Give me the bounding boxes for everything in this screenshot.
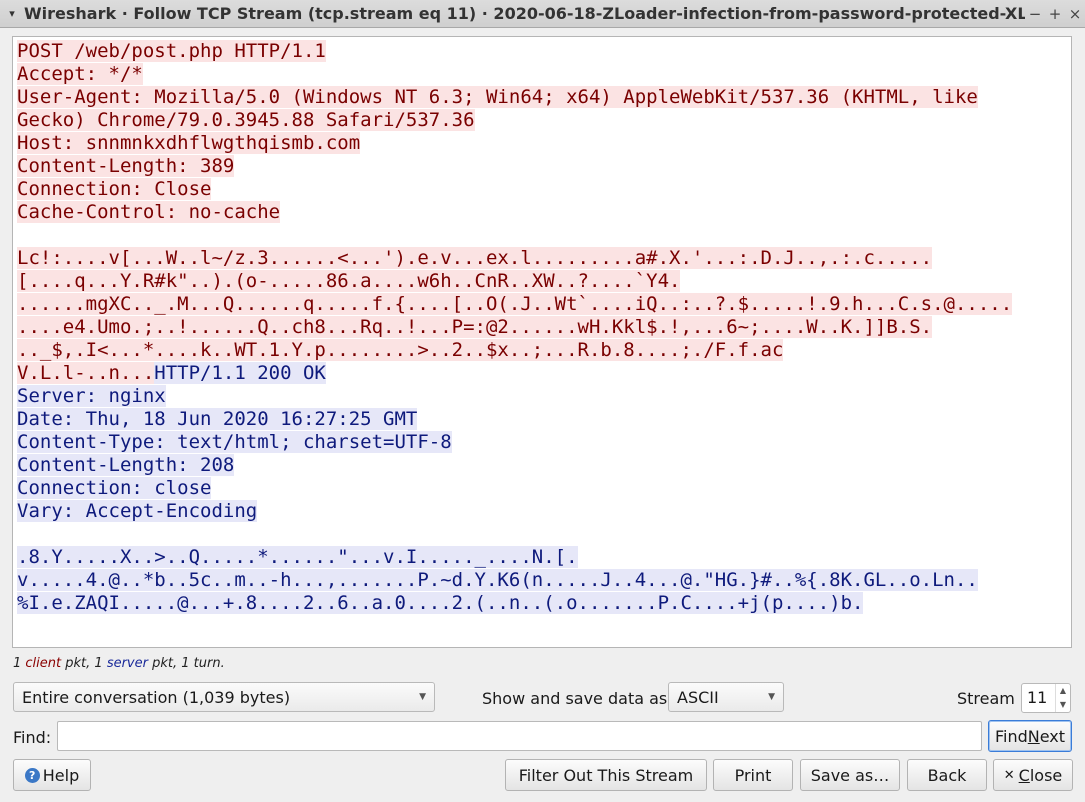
close-window-icon[interactable]: × bbox=[1065, 5, 1085, 23]
window-titlebar: ▾ Wireshark · Follow TCP Stream (tcp.str… bbox=[0, 0, 1085, 28]
stream-line: Date: Thu, 18 Jun 2020 16:27:25 GMT bbox=[17, 408, 1071, 431]
client-data: ......mgXC.._.M...Q......q.....f.{....[.… bbox=[17, 293, 1013, 315]
client-data: Host: snnmnkxdhflwgthqismb.com bbox=[17, 132, 361, 154]
client-data: POST /web/post.php HTTP/1.1 bbox=[17, 40, 326, 62]
stream-line: Server: nginx bbox=[17, 385, 1071, 408]
chevron-down-icon: ▼ bbox=[768, 692, 775, 702]
stream-line: Content-Length: 389 bbox=[17, 155, 1071, 178]
server-data: v.....4.@..*b..5c..m..-h...,.......P.~d.… bbox=[17, 569, 978, 591]
stream-summary: 1 client pkt, 1 server pkt, 1 turn. bbox=[13, 656, 225, 671]
client-label: client bbox=[25, 656, 62, 671]
stream-line: ....e4.Umo.;..!......Q..ch8...Rq..!...P=… bbox=[17, 316, 1071, 339]
stream-number-value: 11 bbox=[1027, 688, 1048, 707]
stream-line: V.L.l-..n...HTTP/1.1 200 OK bbox=[17, 362, 1071, 385]
find-label: Find: bbox=[13, 728, 52, 747]
stream-line: v.....4.@..*b..5c..m..-h...,.......P.~d.… bbox=[17, 569, 1071, 592]
stream-number-spinbox[interactable]: 11 ▲ ▼ bbox=[1021, 683, 1071, 713]
spin-down-icon[interactable]: ▼ bbox=[1056, 698, 1070, 712]
conversation-select-value: Entire conversation (1,039 bytes) bbox=[22, 687, 291, 707]
stream-line bbox=[17, 224, 1071, 247]
client-data: [....q...Y.R#k"..).(o-.....86.a....w6h..… bbox=[17, 270, 681, 292]
maximize-icon[interactable]: + bbox=[1045, 5, 1065, 23]
spin-up-icon[interactable]: ▲ bbox=[1056, 684, 1070, 698]
stream-label: Stream bbox=[957, 689, 1015, 708]
close-button[interactable]: ✕ Close bbox=[993, 759, 1073, 791]
chevron-down-icon: ▼ bbox=[419, 692, 426, 702]
server-data: Date: Thu, 18 Jun 2020 16:27:25 GMT bbox=[17, 408, 418, 430]
stream-line: %I.e.ZAQI.....@...+.8....2..6..a.0....2.… bbox=[17, 592, 1071, 615]
server-data: Server: nginx bbox=[17, 385, 166, 407]
server-data: Content-Type: text/html; charset=UTF-8 bbox=[17, 431, 452, 453]
stream-line: Accept: */* bbox=[17, 63, 1071, 86]
stream-line: Content-Length: 208 bbox=[17, 454, 1071, 477]
save-as-button[interactable]: Save as… bbox=[800, 759, 900, 791]
stream-line: Cache-Control: no-cache bbox=[17, 201, 1071, 224]
stream-line: Vary: Accept-Encoding bbox=[17, 500, 1071, 523]
help-button[interactable]: ? Help bbox=[13, 759, 91, 791]
server-data: %I.e.ZAQI.....@...+.8....2..6..a.0....2.… bbox=[17, 592, 864, 614]
window-title: Wireshark · Follow TCP Stream (tcp.strea… bbox=[24, 4, 1025, 23]
stream-line: ......mgXC.._.M...Q......q.....f.{....[.… bbox=[17, 293, 1071, 316]
server-data: Vary: Accept-Encoding bbox=[17, 500, 258, 522]
client-data: Connection: Close bbox=[17, 178, 212, 200]
stream-line: [....q...Y.R#k"..).(o-.....86.a....w6h..… bbox=[17, 270, 1071, 293]
stream-line bbox=[17, 523, 1071, 546]
show-as-label: Show and save data as bbox=[482, 689, 668, 708]
show-as-select[interactable]: ASCII ▼ bbox=[668, 682, 784, 712]
minimize-icon[interactable]: − bbox=[1025, 5, 1045, 23]
client-data: User-Agent: Mozilla/5.0 (Windows NT 6.3;… bbox=[17, 86, 978, 108]
stream-line: POST /web/post.php HTTP/1.1 bbox=[17, 40, 1071, 63]
stream-content[interactable]: POST /web/post.php HTTP/1.1 Accept: */* Us… bbox=[12, 36, 1072, 648]
client-data: ....e4.Umo.;..!......Q..ch8...Rq..!...P=… bbox=[17, 316, 933, 338]
server-label: server bbox=[106, 656, 148, 671]
client-data: Gecko) Chrome/79.0.3945.88 Safari/537.36 bbox=[17, 109, 475, 131]
stream-line: Gecko) Chrome/79.0.3945.88 Safari/537.36 bbox=[17, 109, 1071, 132]
stream-line: Content-Type: text/html; charset=UTF-8 bbox=[17, 431, 1071, 454]
stream-line: Connection: Close bbox=[17, 178, 1071, 201]
server-data: Content-Length: 208 bbox=[17, 454, 235, 476]
conversation-select[interactable]: Entire conversation (1,039 bytes) ▼ bbox=[13, 682, 435, 712]
client-data: Cache-Control: no-cache bbox=[17, 201, 281, 223]
stream-line: Lc!:....v[...W..l~/z.3......<...').e.v..… bbox=[17, 247, 1071, 270]
window-menu-icon[interactable]: ▾ bbox=[0, 7, 24, 20]
client-data: .._$,.I<...*....k..WT.1.Y.p........>..2.… bbox=[17, 339, 784, 361]
client-data: Lc!:....v[...W..l~/z.3......<...').e.v..… bbox=[17, 247, 933, 269]
client-data: Content-Length: 389 bbox=[17, 155, 235, 177]
stream-line: Connection: close bbox=[17, 477, 1071, 500]
stream-line: .8.Y.....X..>..Q.....*......"...v.I.....… bbox=[17, 546, 1071, 569]
filter-out-stream-button[interactable]: Filter Out This Stream bbox=[505, 759, 707, 791]
client-data: V.L.l-..n... bbox=[17, 362, 155, 384]
print-button[interactable]: Print bbox=[713, 759, 793, 791]
server-data: Connection: close bbox=[17, 477, 212, 499]
client-data: Accept: */* bbox=[17, 63, 143, 85]
server-data: .8.Y.....X..>..Q.....*......"...v.I.....… bbox=[17, 546, 578, 568]
help-icon: ? bbox=[24, 767, 40, 783]
stream-line: Host: snnmnkxdhflwgthqismb.com bbox=[17, 132, 1071, 155]
find-next-button[interactable]: Find Next bbox=[988, 720, 1072, 752]
stream-line: User-Agent: Mozilla/5.0 (Windows NT 6.3;… bbox=[17, 86, 1071, 109]
stream-line: .._$,.I<...*....k..WT.1.Y.p........>..2.… bbox=[17, 339, 1071, 362]
server-data: HTTP/1.1 200 OK bbox=[154, 362, 326, 384]
close-icon: ✕ bbox=[1003, 767, 1015, 783]
show-as-select-value: ASCII bbox=[677, 687, 719, 707]
find-input[interactable] bbox=[57, 721, 982, 751]
back-button[interactable]: Back bbox=[907, 759, 987, 791]
